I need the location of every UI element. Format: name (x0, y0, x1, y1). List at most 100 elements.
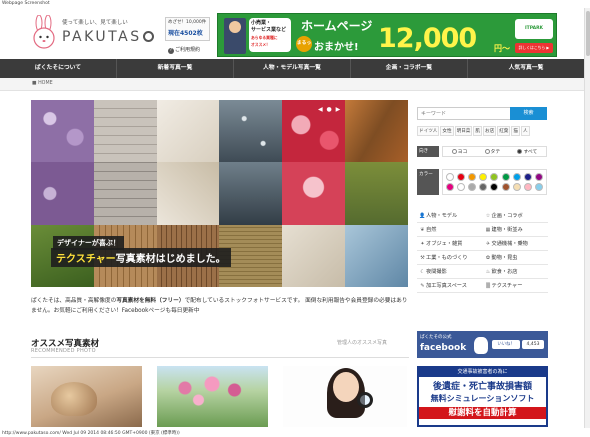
radio-icon (451, 149, 457, 154)
photo-thumb-woman[interactable] (283, 366, 407, 427)
category-item[interactable]: ☾夜間撮影 (417, 265, 483, 278)
ad-line1: 後遺症・死亡事故損害額 (432, 382, 532, 392)
ad-banner-top[interactable]: 小売業・ サービス業など あらゆる業種に オススメ！ ホームページ まるっ おま… (217, 13, 557, 57)
orientation-option-vertical[interactable]: タテ (484, 148, 500, 155)
category-row: ❦自然 ▦建物・街並み (417, 223, 548, 237)
page-caption: Webpage Screenshot (2, 1, 50, 6)
leaf-icon: ❦ (420, 227, 425, 233)
vehicle-icon: ✈ (485, 241, 491, 247)
hero-caption: デザイナーが喜ぶ！ テクスチャー写真素材はじめました。 (31, 232, 301, 272)
category-item[interactable]: ⚒工業・ものづくり (417, 251, 483, 264)
photo-thumb-cat[interactable] (31, 366, 142, 427)
category-item[interactable]: ✿動物・昆虫 (483, 251, 549, 264)
facebook-like-button[interactable]: いいね！ (492, 340, 520, 349)
site-header: 使って楽しい、見て楽しい PAKUTAS めざせ！10,000件 現在4502枚… (0, 8, 590, 58)
nav-item-models[interactable]: 人物・モデル写真一覧 (234, 59, 351, 78)
category-item[interactable]: ❦自然 (417, 223, 483, 236)
color-swatch[interactable] (523, 183, 532, 192)
nav-item-popular[interactable]: 人気写真一覧 (468, 59, 584, 78)
texture-tile (345, 224, 408, 287)
radio-icon (484, 149, 490, 154)
color-swatch[interactable] (534, 172, 543, 181)
slider-pager[interactable]: ◀ ● ▶ (318, 106, 341, 113)
color-palette (442, 169, 547, 195)
category-item[interactable]: ♨飲食・お店 (483, 265, 549, 278)
color-swatch[interactable] (512, 172, 521, 181)
search-input[interactable] (421, 111, 506, 117)
texture-tile (156, 100, 220, 163)
color-swatch[interactable] (501, 183, 510, 192)
keyword-filter-row: ドイツ人 女性 明日菜 肌 お店 紅葉 猫 人 (417, 126, 547, 136)
nav-item-about[interactable]: ぱくたそについて (0, 59, 117, 78)
nav-item-new-photos[interactable]: 新着写真一覧 (117, 59, 234, 78)
color-swatch[interactable] (468, 183, 477, 192)
orientation-label: 向き (417, 146, 439, 157)
ad-line3: 慰謝料を自動計算 (419, 407, 546, 419)
status-bar: http://www.pakutaso.com/ Wed Jul 09 2014… (2, 431, 180, 436)
filter-chip[interactable]: 猫 (511, 126, 521, 136)
banner-bubble: 小売業・ サービス業など あらゆる業種に オススメ！ (249, 18, 291, 52)
texture-tile (93, 162, 157, 225)
terms-link[interactable]: ? ご利用規約 (168, 46, 200, 54)
filter-chip[interactable]: 紅葉 (497, 126, 511, 136)
color-swatch[interactable] (468, 172, 477, 181)
filter-chip[interactable]: 人 (521, 126, 530, 136)
scrollbar-thumb[interactable] (586, 11, 590, 56)
color-swatch[interactable] (490, 183, 499, 192)
category-item[interactable]: ▦建物・街並み (483, 223, 549, 236)
color-swatch[interactable] (534, 183, 543, 192)
page-scrollbar[interactable] (584, 8, 590, 428)
orientation-option-horizontal[interactable]: ヨコ (451, 148, 467, 155)
banner-omakase: おまかせ! (314, 42, 359, 53)
breadcrumb: ■ HOME (0, 78, 584, 91)
filter-chip[interactable]: お店 (483, 126, 497, 136)
color-swatch[interactable] (501, 172, 510, 181)
filter-chip[interactable]: 明日菜 (454, 126, 473, 136)
ad-banner-side[interactable]: 交通事故被害者の為に 後遺症・死亡事故損害額 無料シミュレーションソフト 慰謝料… (417, 366, 548, 427)
recommended-link[interactable]: 管理人のオススメ写真 (337, 339, 387, 346)
photo-counter: めざせ！10,000件 現在4502枚 (165, 17, 210, 41)
banner-maru-badge: まるっ (296, 36, 312, 52)
texture-tile (93, 100, 157, 163)
category-item[interactable]: 👤人物・モデル (417, 209, 483, 222)
filter-chip[interactable]: 肌 (473, 126, 482, 136)
category-item[interactable]: ✈交通機械・乗物 (483, 237, 549, 250)
object-icon: ✦ (420, 241, 425, 247)
texture-tile (345, 100, 408, 163)
category-item[interactable]: ✦オブジェ・雑貨 (417, 237, 483, 250)
breadcrumb-home[interactable]: ■ HOME (32, 81, 53, 86)
color-swatch[interactable] (457, 183, 466, 192)
color-swatch[interactable] (479, 172, 488, 181)
search-button[interactable]: 検索 (510, 107, 547, 120)
color-swatch[interactable] (457, 172, 466, 181)
facebook-banner[interactable]: ぱくたその公式 facebook いいね！ 4,453 (417, 331, 548, 358)
banner-price: 12,000 (378, 23, 477, 54)
banner-brand-logo: ITPARK (515, 19, 553, 39)
color-swatch[interactable] (490, 172, 499, 181)
photo-thumb-flowers[interactable] (157, 366, 268, 427)
magnifier-icon (357, 392, 373, 408)
banner-detail-button[interactable]: 詳しくはこちら ▶ (515, 43, 553, 53)
site-logo[interactable]: 使って楽しい、見て楽しい PAKUTAS (30, 15, 160, 55)
facebook-logo-text: facebook (420, 343, 467, 353)
category-item[interactable]: ☆企画・コラボ (483, 209, 549, 222)
color-swatch[interactable] (512, 183, 521, 192)
site-tagline: 使って楽しい、見て楽しい (62, 20, 128, 26)
filter-chip[interactable]: 女性 (440, 126, 454, 136)
rabbit-mascot-icon (474, 337, 488, 354)
color-swatch[interactable] (479, 183, 488, 192)
nav-item-collab[interactable]: 企画・コラボ一覧 (351, 59, 468, 78)
star-icon: ☆ (485, 213, 491, 219)
food-icon: ♨ (485, 269, 491, 275)
category-item[interactable]: ▒ テクスチャー (483, 279, 549, 292)
color-swatch[interactable] (523, 172, 532, 181)
color-swatch[interactable] (446, 183, 455, 192)
category-item[interactable]: ✎加工写真スペース (417, 279, 483, 292)
person-icon: 👤 (419, 213, 426, 219)
filter-chip[interactable]: ドイツ人 (417, 126, 440, 136)
color-swatch[interactable] (446, 172, 455, 181)
section-divider (31, 357, 409, 358)
category-row: ✎加工写真スペース ▒ テクスチャー (417, 279, 548, 293)
category-row: 👤人物・モデル ☆企画・コラボ (417, 209, 548, 223)
orientation-option-all[interactable]: すべて (517, 148, 537, 155)
